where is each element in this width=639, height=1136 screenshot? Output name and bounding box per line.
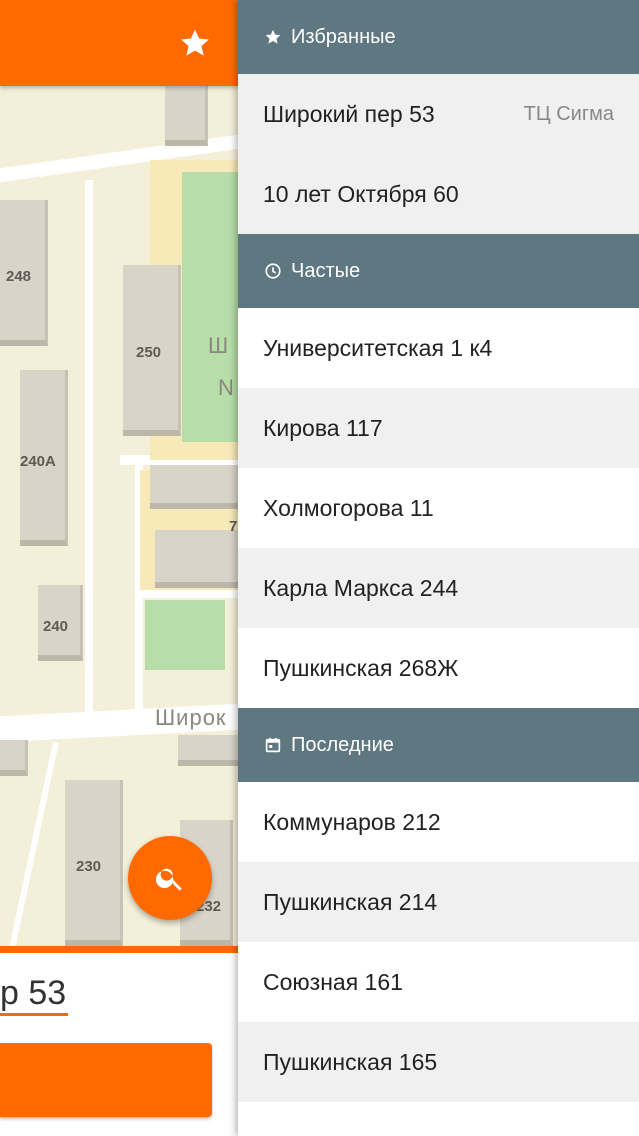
address-label: Университетская 1 к4 — [263, 334, 493, 361]
search-icon — [155, 868, 182, 891]
list-item[interactable]: Коммунаров 212 — [238, 782, 639, 862]
address-label: Широкий пер 53 — [263, 100, 435, 127]
navigation-drawer: Избранные Широкий пер 53 ТЦ Сигма 10 лет… — [238, 0, 639, 1136]
address-label: Пушкинская 165 — [263, 1048, 438, 1075]
section-title: Избранные — [291, 25, 396, 48]
map-building — [150, 465, 238, 509]
map-building — [0, 740, 28, 776]
house-number: 230 — [76, 858, 102, 875]
star-icon — [263, 27, 283, 47]
map-toolbar — [0, 0, 238, 86]
star-icon — [181, 29, 209, 56]
address-label: Карла Маркса 244 — [263, 574, 459, 601]
street-label: Широк — [155, 705, 227, 730]
map-park — [182, 172, 238, 442]
address-panel: р 53 — [0, 946, 238, 1136]
address-note: ТЦ Сигма — [523, 102, 614, 125]
section-header-recent: Последние — [238, 708, 639, 782]
map-building — [155, 530, 238, 588]
street-label: Ш — [208, 333, 230, 358]
section-header-favorites: Избранные — [238, 0, 639, 74]
list-item[interactable]: Пушкинская 214 — [238, 862, 639, 942]
house-number: 248 — [6, 268, 32, 285]
house-number: 250 — [136, 344, 162, 361]
order-button[interactable] — [0, 1043, 212, 1117]
list-item[interactable]: Кирова 117 — [238, 388, 639, 468]
section-title: Частые — [291, 259, 361, 282]
map-building — [178, 735, 238, 766]
list-item[interactable]: Карла Маркса 244 — [238, 548, 639, 628]
map-road — [140, 590, 238, 598]
address-label: Пушкинская 268Ж — [263, 654, 459, 681]
address-label: Кирова 117 — [263, 414, 383, 441]
address-label: Союзная 161 — [263, 968, 403, 995]
house-number: 240А — [20, 453, 56, 470]
address-field[interactable]: р 53 — [0, 973, 69, 1016]
address-label: 10 лет Октября 60 — [263, 180, 459, 207]
list-item[interactable]: Пушкинская 268Ж — [238, 628, 639, 708]
street-label: N — [218, 375, 235, 400]
list-item[interactable]: 10 лет Октября 60 — [238, 154, 639, 234]
address-label: Коммунаров 212 — [263, 808, 441, 835]
list-item[interactable] — [238, 1102, 639, 1136]
clock-icon — [263, 261, 283, 281]
address-label: Холмогорова 11 — [263, 494, 434, 521]
list-item[interactable]: Университетская 1 к4 — [238, 308, 639, 388]
search-button[interactable] — [128, 836, 212, 920]
house-number: 7 — [229, 518, 238, 535]
house-number: 240 — [43, 618, 69, 635]
map-park — [145, 600, 225, 670]
favorite-button[interactable] — [178, 26, 212, 60]
calendar-icon — [263, 735, 283, 755]
list-item[interactable]: Союзная 161 — [238, 942, 639, 1022]
map-road — [85, 180, 93, 720]
list-item[interactable]: Пушкинская 165 — [238, 1022, 639, 1102]
map-view[interactable]: 248 250 240А 240 230 232 7 Широк Ш N р 5… — [0, 0, 238, 1136]
section-header-frequent: Частые — [238, 234, 639, 308]
section-title: Последние — [291, 733, 394, 756]
address-label: Пушкинская 214 — [263, 888, 438, 915]
list-item[interactable]: Холмогорова 11 — [238, 468, 639, 548]
list-item[interactable]: Широкий пер 53 ТЦ Сигма — [238, 74, 639, 154]
